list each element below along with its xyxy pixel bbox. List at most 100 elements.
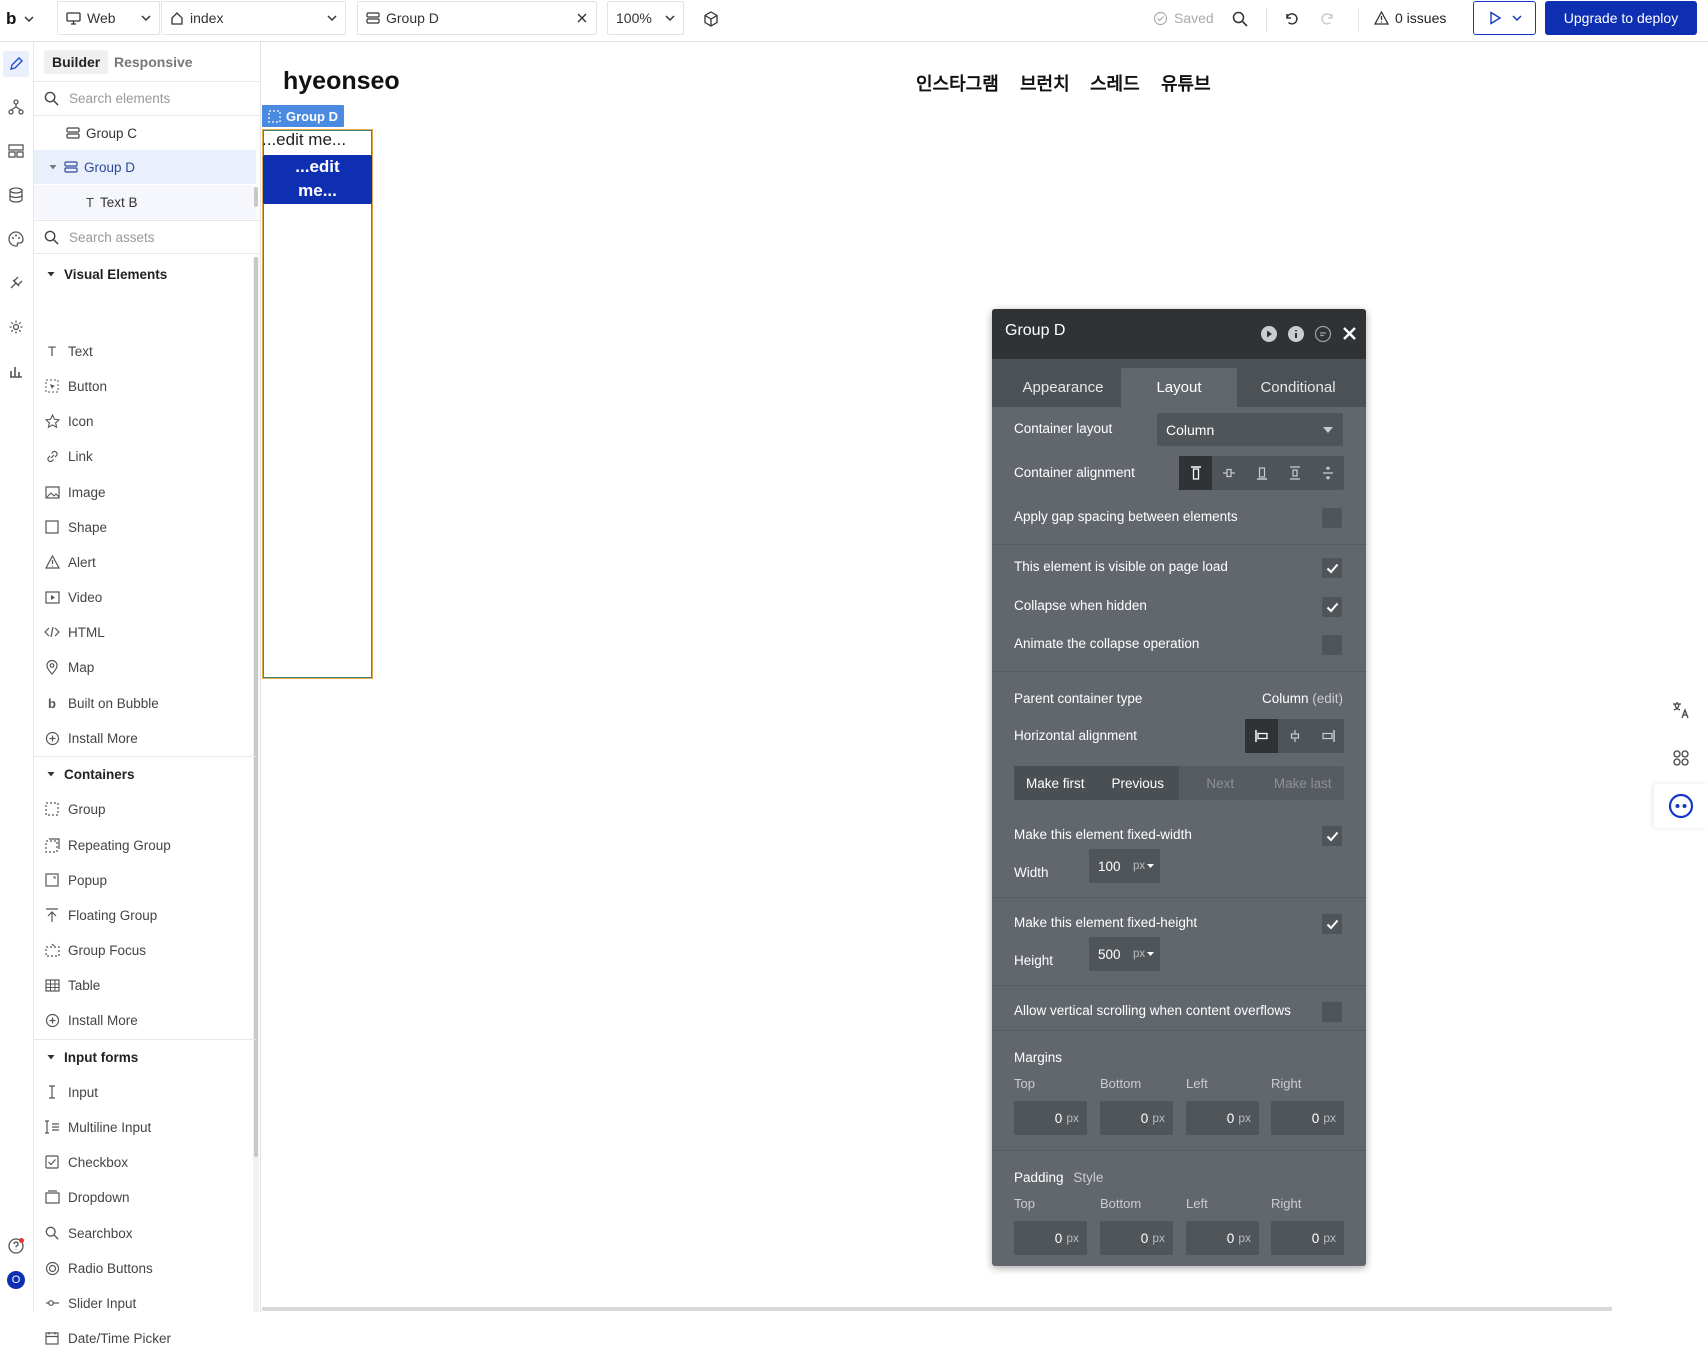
close-icon[interactable] xyxy=(1342,326,1357,341)
padding-style-link[interactable]: Style xyxy=(1073,1170,1103,1185)
asset-html[interactable]: HTML xyxy=(44,618,105,646)
container-layout-dropdown[interactable]: Column xyxy=(1157,413,1343,446)
selection-tag[interactable]: Group D xyxy=(262,105,344,127)
tree-item-group-d[interactable]: Group D xyxy=(34,150,256,184)
align-center-icon[interactable] xyxy=(1212,456,1245,490)
asset-date-time-picker[interactable]: Date/Time Picker xyxy=(44,1324,171,1352)
cube-icon[interactable] xyxy=(700,8,722,30)
asset-dropdown[interactable]: Dropdown xyxy=(44,1183,130,1211)
apps-grid-icon[interactable] xyxy=(1654,736,1708,780)
search-assets-input[interactable] xyxy=(69,229,229,245)
translate-icon[interactable] xyxy=(1654,688,1708,732)
analytics-chart-icon[interactable] xyxy=(3,358,29,384)
asset-image[interactable]: Image xyxy=(44,478,106,506)
asset-popup[interactable]: Popup xyxy=(44,866,107,894)
page-select[interactable]: index xyxy=(161,1,346,35)
workflow-icon[interactable] xyxy=(3,94,29,120)
parent-type-edit-link[interactable]: (edit) xyxy=(1312,691,1343,706)
search-elements-input[interactable] xyxy=(69,91,229,106)
padding-top-input[interactable]: 0 px xyxy=(1014,1221,1087,1255)
tab-conditional[interactable]: Conditional xyxy=(1237,368,1359,407)
asset-text[interactable]: T Text xyxy=(44,337,93,365)
assistant-bot-icon[interactable] xyxy=(1654,784,1708,828)
asset-slider-input[interactable]: Slider Input xyxy=(44,1289,136,1317)
asset-install-more[interactable]: Install More xyxy=(44,724,138,752)
previous-button[interactable]: Previous xyxy=(1096,766,1179,800)
undo-icon[interactable] xyxy=(1280,8,1302,30)
canvas-button-element[interactable]: ...edit me... xyxy=(263,155,372,204)
settings-gear-icon[interactable] xyxy=(3,314,29,340)
make-last-button[interactable]: Make last xyxy=(1262,766,1345,800)
height-unit-select[interactable]: px xyxy=(1133,948,1155,960)
asset-checkbox[interactable]: Checkbox xyxy=(44,1148,128,1176)
property-editor-header[interactable]: Group D xyxy=(992,309,1366,359)
caret-down-icon[interactable] xyxy=(48,162,58,172)
issues-indicator[interactable]: 0 issues xyxy=(1374,10,1446,26)
visible-on-load-checkbox[interactable] xyxy=(1322,558,1342,578)
asset-link[interactable]: Link xyxy=(44,442,93,470)
element-select[interactable]: Group D xyxy=(357,1,597,35)
collapse-when-hidden-checkbox[interactable] xyxy=(1322,597,1342,617)
preview-button[interactable] xyxy=(1473,1,1536,35)
asset-group[interactable]: Group xyxy=(44,795,106,823)
asset-multiline-input[interactable]: Multiline Input xyxy=(44,1113,151,1141)
upgrade-deploy-button[interactable]: Upgrade to deploy xyxy=(1545,1,1697,35)
align-h-center-icon[interactable] xyxy=(1278,719,1311,753)
avatar[interactable]: O xyxy=(3,1267,29,1293)
margin-left-input[interactable]: 0 px xyxy=(1186,1101,1259,1135)
platform-select[interactable]: Web xyxy=(57,1,160,35)
tab-layout[interactable]: Layout xyxy=(1121,368,1237,407)
width-unit-select[interactable]: px xyxy=(1133,860,1155,872)
category-visual-elements[interactable]: Visual Elements xyxy=(34,257,256,291)
tab-appearance[interactable]: Appearance xyxy=(1002,368,1124,407)
help-icon[interactable] xyxy=(3,1233,29,1259)
animate-collapse-checkbox[interactable] xyxy=(1322,635,1342,655)
asset-table[interactable]: Table xyxy=(44,971,100,999)
gap-spacing-checkbox[interactable] xyxy=(1322,508,1342,528)
comment-icon[interactable] xyxy=(1314,325,1332,343)
zoom-select[interactable]: 100% xyxy=(607,1,684,35)
fixed-height-checkbox[interactable] xyxy=(1322,914,1342,934)
tree-item-group-c[interactable]: Group C xyxy=(34,116,256,150)
asset-group-focus[interactable]: Group Focus xyxy=(44,936,146,964)
fixed-width-checkbox[interactable] xyxy=(1322,826,1342,846)
width-input[interactable]: 100 px xyxy=(1089,849,1160,883)
nav-instagram[interactable]: 인스타그램 xyxy=(916,70,999,96)
asset-icon[interactable]: Icon xyxy=(44,407,94,435)
align-space-around-icon[interactable] xyxy=(1311,456,1344,490)
vertical-scroll-checkbox[interactable] xyxy=(1322,1002,1342,1022)
asset-radio-buttons[interactable]: Radio Buttons xyxy=(44,1254,153,1282)
next-button[interactable]: Next xyxy=(1179,766,1262,800)
tab-responsive[interactable]: Responsive xyxy=(106,50,201,74)
app-menu[interactable]: b xyxy=(6,9,34,29)
asset-searchbox[interactable]: Searchbox xyxy=(44,1219,133,1247)
tree-scrollbar[interactable] xyxy=(254,187,258,207)
styles-layout-icon[interactable] xyxy=(3,138,29,164)
nav-youtube[interactable]: 유튜브 xyxy=(1161,70,1211,96)
tab-builder[interactable]: Builder xyxy=(44,50,109,74)
site-brand-text[interactable]: hyeonseo xyxy=(283,67,400,96)
search-icon[interactable] xyxy=(1229,8,1251,30)
padding-left-input[interactable]: 0 px xyxy=(1186,1221,1259,1255)
asset-map[interactable]: Map xyxy=(44,653,94,681)
align-top-icon[interactable] xyxy=(1179,456,1212,490)
padding-right-input[interactable]: 0 px xyxy=(1271,1221,1344,1255)
align-left-icon[interactable] xyxy=(1245,719,1278,753)
tree-item-text-b[interactable]: T Text B xyxy=(34,185,256,219)
height-input[interactable]: 500 px xyxy=(1089,937,1160,971)
asset-floating-group[interactable]: Floating Group xyxy=(44,901,157,929)
asset-button[interactable]: Button xyxy=(44,372,107,400)
asset-video[interactable]: Video xyxy=(44,583,102,611)
category-containers[interactable]: Containers xyxy=(34,757,256,791)
database-icon[interactable] xyxy=(3,182,29,208)
asset-install-more-containers[interactable]: Install More xyxy=(44,1006,138,1034)
asset-shape[interactable]: Shape xyxy=(44,513,107,541)
margin-top-input[interactable]: 0 px xyxy=(1014,1101,1087,1135)
align-bottom-icon[interactable] xyxy=(1245,456,1278,490)
asset-built-on-bubble[interactable]: b Built on Bubble xyxy=(44,689,159,717)
padding-bottom-input[interactable]: 0 px xyxy=(1100,1221,1173,1255)
redo-icon[interactable] xyxy=(1317,8,1339,30)
horizontal-scrollbar[interactable] xyxy=(262,1307,1612,1311)
make-first-button[interactable]: Make first xyxy=(1014,766,1097,800)
asset-alert[interactable]: Alert xyxy=(44,548,96,576)
